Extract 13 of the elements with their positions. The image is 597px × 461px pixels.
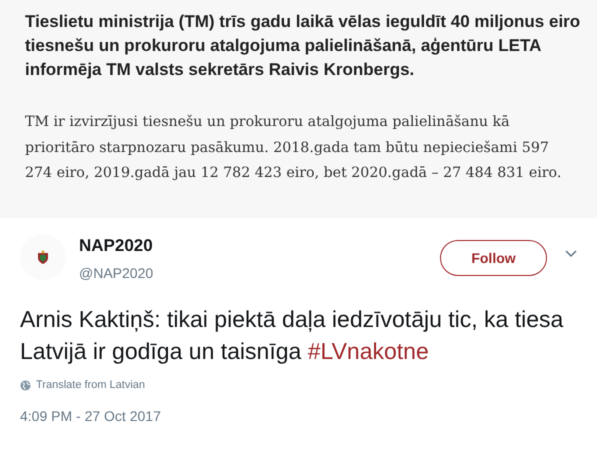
- globe-icon: [20, 380, 31, 390]
- crest-icon: [36, 250, 50, 264]
- article-lead: Tieslietu ministrija (TM) trīs gadu laikā vēlas ieguldīt 40 miljonus eiro tiesnešu un prokuroru atalgojuma palielināšanā, aģentūru LETA informēja TM valsts sekretārs Raivis Kronbergs.: [25, 11, 582, 81]
- account-handle[interactable]: @NAP2020: [79, 265, 440, 281]
- article-body: TM ir izvirzījusi tiesnešu un prokuroru atalgojuma palielināšanu kā prioritāro starpnozaru pasākumu. 2018.gada tam būtu nepieciešami 597 274 eiro, 2019.gadā jau 12 782 423 eiro, bet 2020.gadā – 27 484 831 eiro.: [25, 113, 562, 183]
- chevron-down-icon[interactable]: [565, 250, 577, 258]
- tweet-timestamp[interactable]: 4:09 PM - 27 Oct 2017: [20, 408, 577, 424]
- tweet-text: Arnis Kaktiņš: tikai piektā daļa iedzīvotāju tic, ka tiesa Latvijā ir godīga un taisnīga #LVnakotne: [20, 305, 564, 366]
- translate-link[interactable]: Translate from Latvian: [36, 379, 146, 391]
- hashtag-link[interactable]: #LVnakotne: [308, 338, 429, 364]
- avatar[interactable]: [20, 234, 66, 280]
- follow-button[interactable]: Follow: [440, 240, 547, 276]
- account-name[interactable]: NAP2020: [79, 236, 440, 256]
